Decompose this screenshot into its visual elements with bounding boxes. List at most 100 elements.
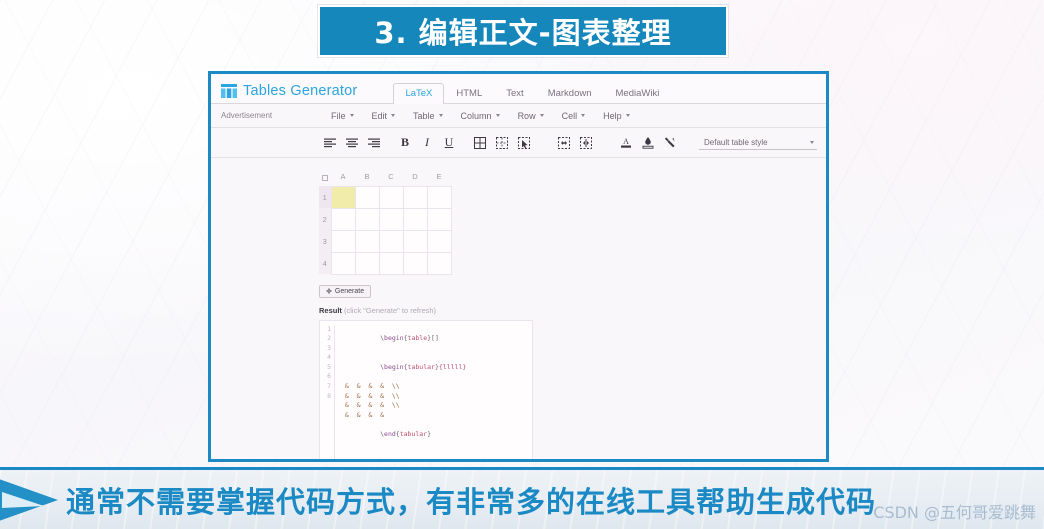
text-color-icon[interactable]: A	[615, 132, 637, 154]
menu-row-label: Row	[517, 110, 536, 121]
column-header-e[interactable]: E	[427, 168, 451, 186]
align-center-icon[interactable]	[341, 132, 363, 154]
cell-e2[interactable]	[426, 207, 452, 231]
underline-button[interactable]: U	[438, 132, 460, 154]
cell-a4[interactable]	[330, 251, 356, 275]
latex-output-code[interactable]: 1 2 3 4 5 6 7 8 \begin{table}[] \begin{t…	[319, 319, 533, 459]
cell-a1[interactable]	[330, 185, 356, 209]
table-style-select[interactable]: Default table style	[699, 135, 817, 150]
line-number: 6	[327, 372, 331, 381]
result-line: Result (click "Generate" to refresh)	[319, 306, 826, 315]
tab-html[interactable]: HTML	[444, 83, 494, 104]
svg-text:A: A	[623, 137, 629, 146]
select-all-box	[322, 175, 328, 181]
menu-cell[interactable]: Cell	[554, 109, 594, 123]
row-header-3[interactable]: 3	[319, 230, 331, 252]
code-line-2: \begin{tabular}{lllll}	[380, 362, 467, 371]
tab-mediawiki[interactable]: MediaWiki	[604, 83, 672, 104]
table-row: 3	[319, 229, 452, 253]
line-number: 7	[327, 382, 331, 391]
chevron-down-icon	[438, 114, 443, 117]
table-style-value: Default table style	[704, 137, 768, 147]
border-dashed-icon[interactable]	[491, 132, 513, 154]
table-row: 4	[319, 251, 452, 275]
italic-button[interactable]: I	[416, 132, 438, 154]
fill-color-icon[interactable]	[637, 132, 659, 154]
menu-row[interactable]: Row	[510, 109, 552, 123]
generate-button[interactable]: Generate	[319, 284, 371, 298]
watermark: CSDN @五何哥爱跳舞	[873, 503, 1036, 522]
cell-d1[interactable]	[402, 185, 428, 209]
code-line-1: \begin{table}[]	[380, 334, 439, 343]
cell-a2[interactable]	[330, 207, 356, 231]
menu-column[interactable]: Column	[453, 109, 508, 123]
brand-name: Tables Generator	[243, 83, 358, 99]
chevron-down-icon	[810, 140, 814, 144]
banner-caption-text: 通常不需要掌握代码方式，有非常多的在线工具帮助生成代码	[66, 484, 877, 519]
tab-markdown[interactable]: Markdown	[536, 83, 604, 104]
bold-label: B	[400, 135, 409, 149]
menu-table[interactable]: Table	[405, 109, 451, 123]
cell-e4[interactable]	[426, 251, 452, 275]
code-line-5: & & & & \\	[341, 401, 400, 410]
cell-c2[interactable]	[378, 207, 404, 231]
tab-text[interactable]: Text	[494, 83, 535, 104]
app-body: A B C D E 1 2 3 4 Generate Result (click…	[211, 158, 826, 459]
menu-file-label: File	[331, 110, 346, 121]
menu-help[interactable]: Help	[595, 109, 638, 123]
cell-c3[interactable]	[378, 229, 404, 253]
merge-cells-icon[interactable]	[553, 132, 575, 154]
column-header-c[interactable]: C	[379, 168, 403, 186]
line-number: 5	[327, 362, 331, 371]
brand: Tables Generator	[211, 83, 357, 103]
cell-d2[interactable]	[402, 207, 428, 231]
column-header-b[interactable]: B	[355, 168, 379, 186]
code-line-4: & & & & \\	[341, 391, 400, 400]
menu-file[interactable]: File	[323, 109, 362, 123]
column-header-a[interactable]: A	[331, 168, 355, 186]
cell-d4[interactable]	[402, 251, 428, 275]
borders-icon[interactable]	[469, 132, 491, 154]
result-hint: (click "Generate" to refresh)	[344, 305, 437, 315]
row-header-2[interactable]: 2	[319, 208, 331, 230]
result-label: Result	[319, 305, 342, 315]
grid-header-row: A B C D E	[319, 168, 451, 186]
row-header-4[interactable]: 4	[319, 252, 331, 274]
line-number: 8	[327, 391, 331, 400]
cell-e3[interactable]	[426, 229, 452, 253]
spreadsheet-grid[interactable]: A B C D E 1 2 3 4	[319, 168, 452, 275]
column-header-d[interactable]: D	[403, 168, 427, 186]
bold-button[interactable]: B	[394, 132, 416, 154]
align-left-icon[interactable]	[319, 132, 341, 154]
banner-arrow-inner-icon	[2, 492, 44, 508]
cell-b4[interactable]	[354, 251, 380, 275]
align-right-icon[interactable]	[363, 132, 385, 154]
clear-formatting-icon[interactable]	[659, 132, 681, 154]
menu-items: File Edit Table Column Row Cell Help	[323, 109, 638, 123]
cell-a3[interactable]	[330, 229, 356, 253]
cell-e1[interactable]	[426, 185, 452, 209]
cell-d3[interactable]	[402, 229, 428, 253]
cell-c4[interactable]	[378, 251, 404, 275]
code-line-7: \end{tabular}	[380, 430, 432, 439]
code-lines: \begin{table}[] \begin{tabular}{lllll} &…	[335, 325, 467, 459]
slide-title-banner: 3. 编辑正文-图表整理	[318, 5, 728, 57]
cell-c1[interactable]	[378, 185, 404, 209]
chevron-down-icon	[539, 114, 544, 117]
cell-b3[interactable]	[354, 229, 380, 253]
code-line-6: & & & &	[341, 410, 388, 419]
select-all-corner[interactable]	[319, 168, 331, 186]
cell-b2[interactable]	[354, 207, 380, 231]
row-header-1[interactable]: 1	[319, 186, 331, 208]
tab-latex[interactable]: LaTeX	[393, 83, 445, 104]
menu-table-label: Table	[413, 110, 435, 121]
page-title: 3. 编辑正文-图表整理	[374, 16, 672, 50]
cell-b1[interactable]	[354, 185, 380, 209]
line-number: 1	[327, 324, 331, 333]
split-cells-icon[interactable]	[575, 132, 597, 154]
app-header: Tables Generator LaTeX HTML Text Markdow…	[211, 74, 826, 104]
bottom-caption-banner: 通常不需要掌握代码方式，有非常多的在线工具帮助生成代码 CSDN @五何哥爱跳舞	[0, 467, 1044, 529]
border-select-icon[interactable]	[513, 132, 535, 154]
menu-edit[interactable]: Edit	[364, 109, 404, 123]
table-row: 2	[319, 207, 452, 231]
